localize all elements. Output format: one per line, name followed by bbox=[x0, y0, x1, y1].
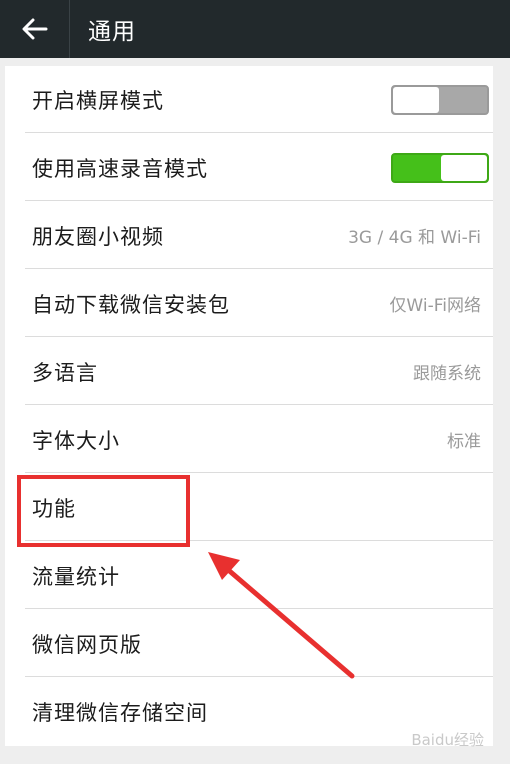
setting-label: 开启横屏模式 bbox=[32, 88, 164, 113]
setting-data-usage[interactable]: 流量统计 bbox=[5, 542, 493, 609]
settings-list: 开启横屏模式 使用高速录音模式 朋友圈小视频 3G / 4G 和 Wi-Fi 自… bbox=[5, 66, 493, 746]
settings-screen: 通用 开启横屏模式 使用高速录音模式 朋友圈小视频 3G / 4G 和 Wi-F… bbox=[0, 0, 510, 764]
setting-label: 流量统计 bbox=[32, 564, 120, 589]
setting-value: 标准 bbox=[447, 432, 481, 452]
back-arrow-icon bbox=[22, 18, 47, 40]
setting-web-wechat[interactable]: 微信网页版 bbox=[5, 610, 493, 677]
setting-high-speed-recording[interactable]: 使用高速录音模式 bbox=[5, 134, 493, 201]
setting-label: 字体大小 bbox=[32, 428, 120, 453]
setting-language[interactable]: 多语言 跟随系统 bbox=[5, 338, 493, 405]
setting-label: 清理微信存储空间 bbox=[32, 700, 208, 725]
page-title: 通用 bbox=[88, 19, 136, 45]
setting-landscape-mode[interactable]: 开启横屏模式 bbox=[5, 66, 493, 133]
watermark-logo: Baidu经验 bbox=[411, 731, 484, 749]
setting-font-size[interactable]: 字体大小 标准 bbox=[5, 406, 493, 473]
setting-value: 仅Wi-Fi网络 bbox=[389, 296, 481, 316]
setting-label: 多语言 bbox=[32, 360, 98, 385]
setting-label: 朋友圈小视频 bbox=[32, 224, 164, 249]
setting-value: 跟随系统 bbox=[413, 364, 481, 384]
toggle-knob bbox=[441, 154, 487, 181]
title-bar: 通用 bbox=[0, 0, 510, 58]
setting-label: 使用高速录音模式 bbox=[32, 156, 208, 181]
setting-auto-download-package[interactable]: 自动下载微信安装包 仅Wi-Fi网络 bbox=[5, 270, 493, 337]
setting-features[interactable]: 功能 bbox=[5, 474, 493, 541]
setting-value: 3G / 4G 和 Wi-Fi bbox=[348, 228, 481, 248]
setting-moments-video[interactable]: 朋友圈小视频 3G / 4G 和 Wi-Fi bbox=[5, 202, 493, 269]
landscape-mode-toggle[interactable] bbox=[391, 84, 489, 115]
toggle-knob bbox=[393, 86, 439, 113]
setting-label: 微信网页版 bbox=[32, 632, 142, 657]
setting-label: 自动下载微信安装包 bbox=[32, 292, 230, 317]
setting-label: 功能 bbox=[32, 496, 76, 521]
high-speed-recording-toggle[interactable] bbox=[391, 152, 489, 183]
back-button[interactable] bbox=[0, 0, 70, 58]
